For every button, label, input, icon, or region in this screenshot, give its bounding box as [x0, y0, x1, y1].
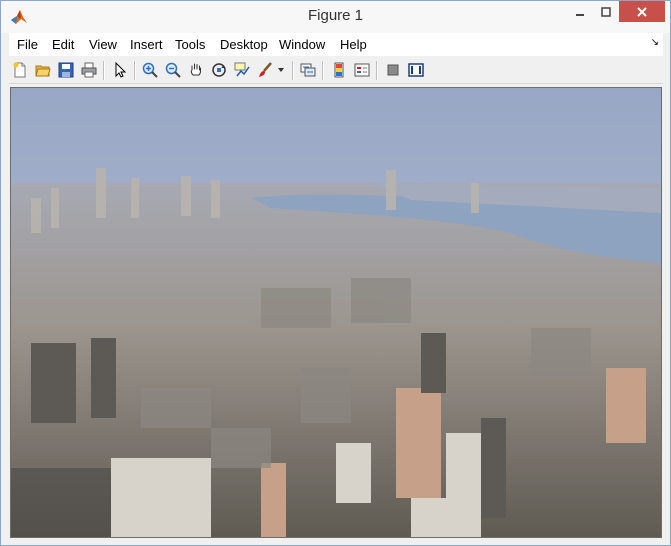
zoom-in-icon[interactable] — [141, 61, 159, 79]
menu-desktop[interactable]: Desktop — [220, 37, 268, 52]
menu-bar: File Edit View Insert Tools Desktop Wind… — [9, 33, 663, 56]
pan-hand-icon[interactable] — [187, 61, 205, 79]
city-photo-image — [11, 88, 661, 537]
save-icon[interactable] — [57, 61, 75, 79]
pointer-arrow-icon[interactable] — [111, 61, 129, 79]
title-bar[interactable]: Figure 1 — [1, 1, 670, 33]
new-figure-icon[interactable] — [11, 61, 29, 79]
toolbar-separator — [134, 61, 136, 80]
legend-icon[interactable] — [353, 61, 371, 79]
zoom-out-icon[interactable] — [164, 61, 182, 79]
figure-window: Figure 1 File Edit View Insert Tools Des… — [0, 0, 671, 546]
open-file-icon[interactable] — [34, 61, 52, 79]
toolbar-separator — [376, 61, 378, 80]
maximize-icon — [601, 6, 611, 17]
menu-dock-arrow-icon[interactable]: ↘ — [651, 37, 659, 48]
dropdown-arrow-icon[interactable] — [277, 61, 285, 79]
figure-toolbar — [9, 58, 663, 84]
brush-icon[interactable] — [256, 61, 274, 79]
toolbar-separator — [103, 61, 105, 80]
colorbar-icon[interactable] — [330, 61, 348, 79]
menu-view[interactable]: View — [89, 37, 117, 52]
print-icon[interactable] — [80, 61, 98, 79]
close-button[interactable] — [619, 1, 665, 22]
menu-help[interactable]: Help — [340, 37, 367, 52]
menu-file[interactable]: File — [17, 37, 38, 52]
maximize-button[interactable] — [593, 1, 619, 22]
image-axes[interactable] — [10, 87, 662, 538]
toolbar-separator — [322, 61, 324, 80]
data-cursor-icon[interactable] — [233, 61, 251, 79]
close-icon — [637, 6, 647, 17]
minimize-button[interactable] — [567, 1, 593, 22]
menu-edit[interactable]: Edit — [52, 37, 74, 52]
hide-plot-tools-icon[interactable] — [384, 61, 402, 79]
menu-insert[interactable]: Insert — [130, 37, 163, 52]
link-plot-icon[interactable] — [299, 61, 317, 79]
menu-tools[interactable]: Tools — [175, 37, 205, 52]
rotate-3d-icon[interactable] — [210, 61, 228, 79]
menu-window[interactable]: Window — [279, 37, 325, 52]
toolbar-separator — [292, 61, 294, 80]
show-plot-tools-icon[interactable] — [407, 61, 425, 79]
minimize-icon — [576, 13, 584, 16]
